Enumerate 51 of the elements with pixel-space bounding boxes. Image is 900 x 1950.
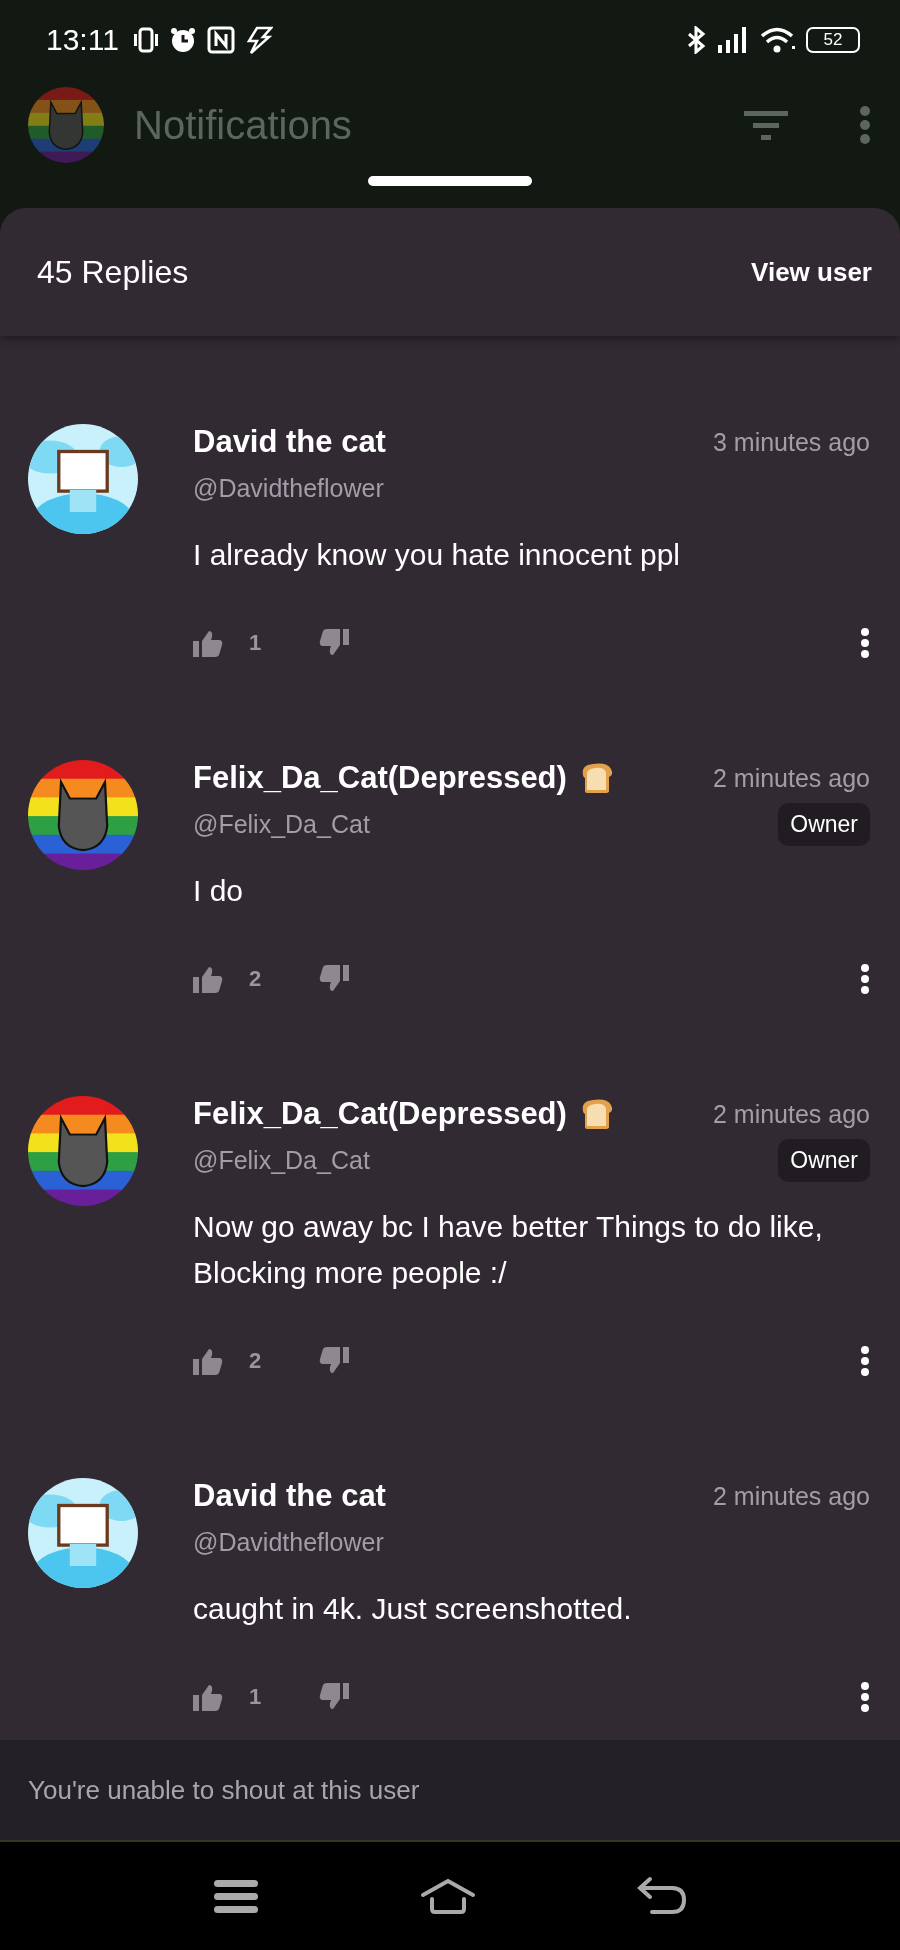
thumbs-down-icon[interactable] (319, 629, 349, 657)
comment-text: I do (193, 873, 245, 909)
author-name[interactable]: David the cat (193, 424, 386, 460)
comment-text: caught in 4k. Just screenshotted. (193, 1591, 633, 1627)
thumbs-up-icon[interactable] (193, 965, 223, 993)
more-icon[interactable] (860, 628, 870, 658)
comment-text: I already know you hate innocent ppl (193, 537, 681, 573)
bluetooth-icon (686, 26, 708, 54)
thumbs-down-icon[interactable] (319, 965, 349, 993)
user-handle: @Davidtheflower (193, 473, 384, 503)
author-name[interactable]: Felix_Da_Cat(Depressed) (193, 760, 567, 796)
lightning-icon (244, 26, 273, 54)
status-time: 13:11 (46, 23, 119, 57)
nfc-icon (206, 26, 235, 54)
back-icon[interactable] (636, 1876, 688, 1916)
drag-handle[interactable] (368, 176, 532, 186)
author-name[interactable]: David the cat (193, 1478, 386, 1514)
comment-time: 2 minutes ago (712, 1099, 870, 1129)
screen-title: Notifications (134, 102, 353, 148)
view-user-button[interactable]: View user (751, 252, 872, 292)
alarm-icon (168, 26, 197, 54)
thumbs-up-icon[interactable] (193, 1347, 223, 1375)
sheet-title: 45 Replies (37, 253, 189, 291)
battery-level: 52 (806, 27, 860, 53)
more-icon[interactable] (860, 1346, 870, 1376)
comment-time: 2 minutes ago (712, 1481, 870, 1511)
wifi-icon (760, 26, 796, 54)
role-badge: Owner (778, 1138, 870, 1182)
user-handle: @Felix_Da_Cat (193, 1145, 370, 1175)
menu-icon[interactable] (212, 1878, 260, 1914)
vibrate-icon (132, 26, 159, 54)
more-icon[interactable] (860, 964, 870, 994)
composer-notice: You're unable to shout at this user (28, 1774, 420, 1806)
like-count: 2 (249, 1348, 263, 1374)
like-count: 1 (249, 630, 263, 656)
thumbs-down-icon[interactable] (319, 1347, 349, 1375)
author-name[interactable]: Felix_Da_Cat(Depressed) (193, 1096, 567, 1132)
thumbs-down-icon[interactable] (319, 1683, 349, 1711)
user-handle: @Felix_Da_Cat (193, 809, 370, 839)
more-icon[interactable] (860, 1682, 870, 1712)
thumbs-up-icon[interactable] (193, 629, 223, 657)
thumbs-up-icon[interactable] (193, 1683, 223, 1711)
role-badge: Owner (778, 802, 870, 846)
user-handle: @Davidtheflower (193, 1527, 384, 1557)
comment-time: 3 minutes ago (712, 427, 870, 457)
comment-time: 2 minutes ago (712, 763, 870, 793)
home-icon[interactable] (420, 1877, 476, 1915)
like-count: 1 (249, 1684, 263, 1710)
like-count: 2 (249, 966, 263, 992)
filter-icon[interactable] (744, 109, 788, 141)
comment-text: Now go away bc I have better Things to do like, Blocking more people :/ (193, 1209, 824, 1291)
